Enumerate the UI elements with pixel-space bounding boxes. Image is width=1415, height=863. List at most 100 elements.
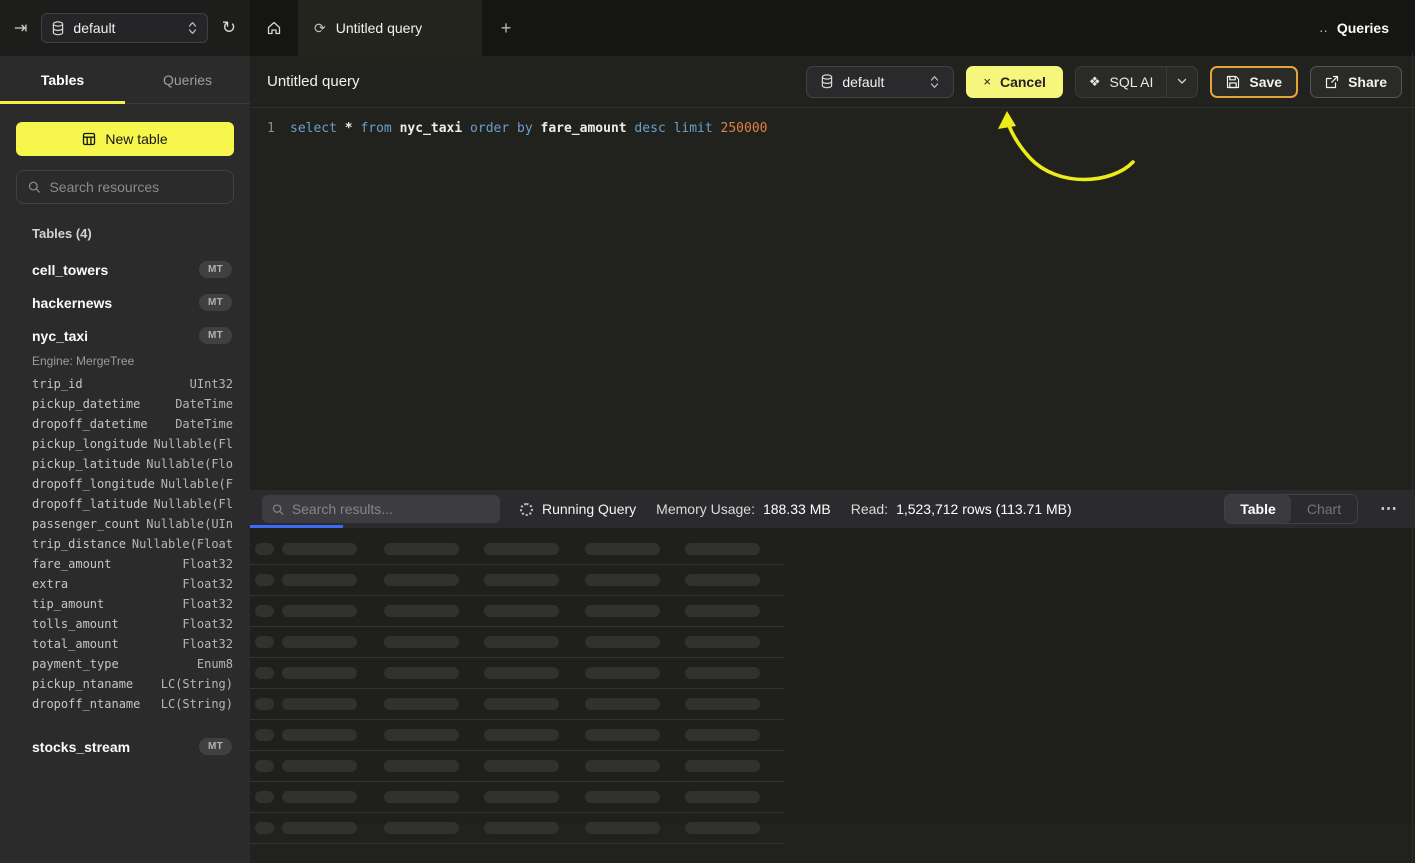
main-pane: Untitled query default × Cancel ❖ SQL AI [250, 56, 1415, 863]
tables-section-header: Tables (4) [32, 226, 250, 241]
new-table-button[interactable]: New table [16, 122, 234, 156]
sidebar-tab-tables[interactable]: Tables [0, 56, 125, 103]
search-icon [28, 180, 40, 194]
code-token: fare_amount [541, 121, 627, 136]
sidebar: Tables Queries New table Tables (4) cell… [0, 56, 250, 863]
table-item-hackernews[interactable]: hackernews MT [0, 286, 250, 319]
sidebar-search-input[interactable] [49, 179, 222, 195]
more-options-button[interactable]: ⋯ [1378, 499, 1399, 519]
column-row[interactable]: tolls_amountFloat32 [0, 614, 250, 634]
skeleton-cell [384, 636, 459, 648]
cancel-button[interactable]: × Cancel [966, 66, 1063, 98]
queries-link[interactable]: ‥ Queries [1293, 0, 1415, 56]
column-row[interactable]: pickup_datetimeDateTime [0, 394, 250, 414]
skeleton-cell [282, 729, 357, 741]
new-tab-button[interactable]: + [482, 0, 530, 56]
skeleton-cell [384, 605, 459, 617]
topbar-database-selector[interactable]: default [41, 13, 207, 43]
new-table-label: New table [105, 131, 167, 147]
save-icon [1226, 75, 1240, 89]
editor-database-selector[interactable]: default [806, 66, 954, 98]
results-toolbar: Running Query Memory Usage: 188.33 MB Re… [250, 490, 1415, 528]
skeleton-cell [484, 636, 559, 648]
column-row[interactable]: dropoff_latitudeNullable(Fl [0, 494, 250, 514]
sql-ai-button[interactable]: ❖ SQL AI [1076, 67, 1167, 97]
view-toggle-table[interactable]: Table [1225, 495, 1291, 523]
table-item-nyc-taxi[interactable]: nyc_taxi MT [0, 319, 250, 352]
column-row[interactable]: pickup_longitudeNullable(Fl [0, 434, 250, 454]
engine-badge: MT [199, 261, 232, 278]
column-name: tip_amount [32, 597, 182, 611]
sql-editor[interactable]: 1 select * from nyc_taxi order by fare_a… [250, 108, 1415, 490]
skeleton-cell [585, 760, 660, 772]
skeleton-row [250, 534, 784, 565]
column-row[interactable]: trip_distanceNullable(Float [0, 534, 250, 554]
column-type: UInt32 [190, 377, 233, 391]
column-name: payment_type [32, 657, 197, 671]
engine-badge: MT [199, 738, 232, 755]
column-row[interactable]: passenger_countNullable(UIn [0, 514, 250, 534]
tab-untitled-query[interactable]: ⟳ Untitled query [298, 0, 482, 56]
skeleton-cell [282, 543, 357, 555]
view-toggle-chart[interactable]: Chart [1291, 495, 1357, 523]
close-icon: × [983, 74, 991, 89]
read-stats-value: 1,523,712 rows (113.71 MB) [896, 501, 1072, 517]
sidebar-tab-queries[interactable]: Queries [125, 56, 250, 103]
table-item-cell-towers[interactable]: cell_towers MT [0, 253, 250, 286]
column-row[interactable]: fare_amountFloat32 [0, 554, 250, 574]
column-row[interactable]: trip_idUInt32 [0, 374, 250, 394]
right-edge-divider [1412, 52, 1413, 863]
topbar-left: ⇥ default ↻ [0, 0, 250, 56]
skeleton-cell [282, 574, 357, 586]
skeleton-cell [484, 729, 559, 741]
column-type: Nullable(Float [132, 537, 233, 551]
save-label: Save [1249, 74, 1282, 90]
query-status-text: Running Query [542, 501, 636, 517]
code-token: nyc_taxi [400, 121, 463, 136]
results-search-input[interactable] [292, 501, 490, 517]
skeleton-cell [585, 543, 660, 555]
column-type: Nullable(Fl [154, 497, 233, 511]
skeleton-cell [384, 574, 459, 586]
share-button[interactable]: Share [1310, 66, 1402, 98]
skeleton-row [250, 720, 784, 751]
skeleton-cell [282, 636, 357, 648]
column-row[interactable]: total_amountFloat32 [0, 634, 250, 654]
skeleton-cell [384, 791, 459, 803]
column-row[interactable]: payment_typeEnum8 [0, 654, 250, 674]
skeleton-cell [384, 760, 459, 772]
code-token: select [290, 121, 337, 136]
column-row[interactable]: dropoff_datetimeDateTime [0, 414, 250, 434]
refresh-icon[interactable]: ↻ [222, 18, 236, 38]
column-name: dropoff_longitude [32, 477, 161, 491]
table-icon [82, 132, 96, 146]
skeleton-cell [484, 822, 559, 834]
column-row[interactable]: tip_amountFloat32 [0, 594, 250, 614]
skeleton-cell [255, 791, 274, 803]
column-type: Nullable(Fl [154, 437, 233, 451]
tab-strip: ⟳ Untitled query + [250, 0, 1293, 56]
column-row[interactable]: extraFloat32 [0, 574, 250, 594]
results-search[interactable] [262, 495, 500, 523]
query-title: Untitled query [267, 73, 360, 90]
column-row[interactable]: pickup_latitudeNullable(Flo [0, 454, 250, 474]
table-item-stocks-stream[interactable]: stocks_stream MT [0, 730, 250, 763]
column-name: pickup_ntaname [32, 677, 161, 691]
column-row[interactable]: pickup_ntanameLC(String) [0, 674, 250, 694]
editor-database-value: default [842, 74, 921, 90]
sidebar-search[interactable] [16, 170, 234, 204]
memory-usage: Memory Usage: 188.33 MB [656, 501, 831, 517]
sync-icon: ⟳ [314, 20, 326, 37]
skeleton-row [250, 627, 784, 658]
column-row[interactable]: dropoff_longitudeNullable(F [0, 474, 250, 494]
collapse-sidebar-icon[interactable]: ⇥ [14, 18, 27, 38]
code-token: from [360, 121, 391, 136]
editor-actions: default × Cancel ❖ SQL AI Save [806, 66, 1402, 98]
skeleton-row [250, 596, 784, 627]
column-name: trip_id [32, 377, 190, 391]
column-row[interactable]: dropoff_ntanameLC(String) [0, 694, 250, 714]
save-button[interactable]: Save [1210, 66, 1298, 98]
home-tab[interactable] [250, 0, 298, 56]
sql-ai-dropdown[interactable] [1166, 67, 1197, 97]
skeleton-cell [282, 605, 357, 617]
